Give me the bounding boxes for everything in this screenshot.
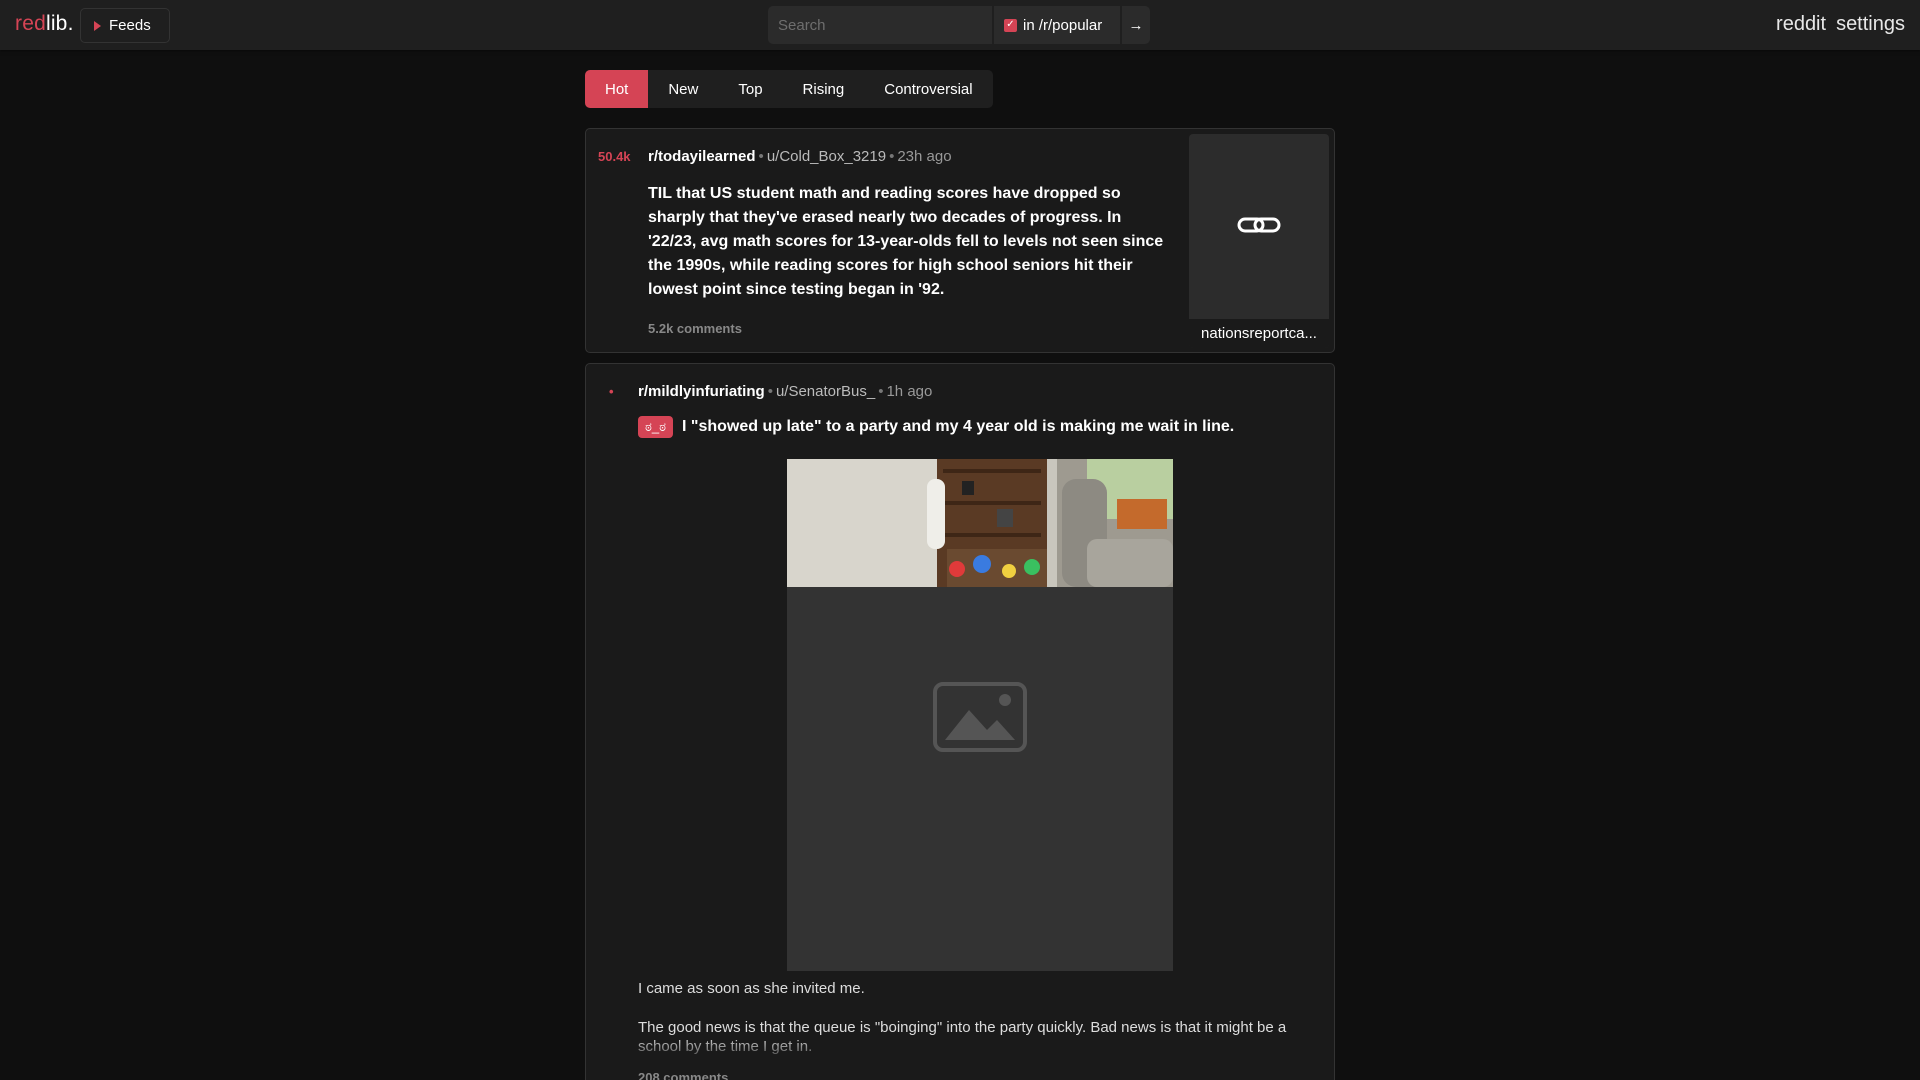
logo-red-text: red bbox=[15, 12, 46, 35]
tab-controversial[interactable]: Controversial bbox=[864, 70, 992, 108]
top-nav: redlib. Feeds ✓ in /r/popular → reddit s… bbox=[0, 0, 1920, 50]
scope-checkbox[interactable]: ✓ bbox=[1004, 18, 1017, 32]
author-link[interactable]: u/Cold_Box_3219 bbox=[767, 148, 886, 165]
thumbnail-domain: nationsreportca... bbox=[1189, 318, 1329, 348]
body-fade-overlay bbox=[638, 1036, 1318, 1060]
post-body-paragraph: I came as soon as she invited me. bbox=[638, 980, 865, 997]
nav-links: reddit settings bbox=[1776, 13, 1905, 36]
comments-link[interactable]: 5.2k comments bbox=[648, 321, 742, 336]
settings-link[interactable]: settings bbox=[1836, 13, 1905, 36]
post-card: 50.4k r/todayilearned • u/Cold_Box_3219 • 23… bbox=[585, 128, 1335, 353]
room-photo bbox=[787, 459, 1173, 587]
sort-tabs: Hot New Top Rising Controversial bbox=[585, 70, 993, 108]
subreddit-link[interactable]: r/mildlyinfuriating bbox=[638, 383, 765, 400]
separator-dot: • bbox=[889, 148, 895, 165]
post-flair[interactable]: ಠ_ಠ bbox=[638, 416, 673, 438]
redlib-logo[interactable]: redlib. bbox=[15, 12, 74, 36]
post-header: r/mildlyinfuriating • u/SenatorBus_ • 1h ago bbox=[638, 383, 932, 400]
feeds-button[interactable]: Feeds bbox=[80, 8, 170, 43]
post-image[interactable] bbox=[787, 459, 1173, 971]
reddit-link[interactable]: reddit bbox=[1776, 13, 1826, 36]
link-icon bbox=[1237, 217, 1281, 233]
scope-label: in /r/popular bbox=[1023, 16, 1103, 34]
post-age: 23h ago bbox=[897, 148, 952, 165]
tab-rising[interactable]: Rising bbox=[783, 70, 865, 108]
author-link[interactable]: u/SenatorBus_ bbox=[776, 383, 875, 400]
link-thumbnail[interactable]: nationsreportca... bbox=[1189, 134, 1329, 348]
triangle-right-icon bbox=[94, 20, 101, 31]
post-age: 1h ago bbox=[886, 383, 933, 400]
logo-white-text: lib. bbox=[45, 12, 74, 35]
post-body: I came as soon as she invited me. The go… bbox=[638, 979, 1318, 1076]
search-scope-toggle[interactable]: ✓ in /r/popular bbox=[994, 6, 1120, 44]
arrow-right-icon: → bbox=[1128, 16, 1144, 34]
post-score: • bbox=[609, 384, 614, 399]
separator-dot: • bbox=[878, 383, 884, 400]
post-title-row: ಠ_ಠ I "showed up late" to a party and my… bbox=[638, 416, 1234, 438]
separator-dot: • bbox=[767, 383, 773, 400]
search-bar: ✓ in /r/popular → bbox=[768, 6, 1150, 44]
separator-dot: • bbox=[758, 148, 764, 165]
search-input[interactable] bbox=[768, 6, 992, 44]
subreddit-link[interactable]: r/todayilearned bbox=[648, 148, 756, 165]
search-submit-button[interactable]: → bbox=[1122, 6, 1150, 44]
tab-top[interactable]: Top bbox=[718, 70, 782, 108]
post-title[interactable]: I "showed up late" to a party and my 4 y… bbox=[682, 418, 1234, 436]
tab-new[interactable]: New bbox=[648, 70, 718, 108]
post-header: r/todayilearned • u/Cold_Box_3219 • 23h ago bbox=[648, 148, 952, 165]
comments-link[interactable]: 208 comments bbox=[638, 1070, 728, 1080]
post-title[interactable]: TIL that US student math and reading sco… bbox=[648, 182, 1173, 302]
image-placeholder-icon bbox=[933, 682, 1027, 752]
post-card: • r/mildlyinfuriating • u/SenatorBus_ • 1h a… bbox=[585, 363, 1335, 1080]
post-score: 50.4k bbox=[598, 149, 631, 164]
feeds-label: Feeds bbox=[109, 17, 151, 34]
tab-hot[interactable]: Hot bbox=[585, 70, 649, 108]
